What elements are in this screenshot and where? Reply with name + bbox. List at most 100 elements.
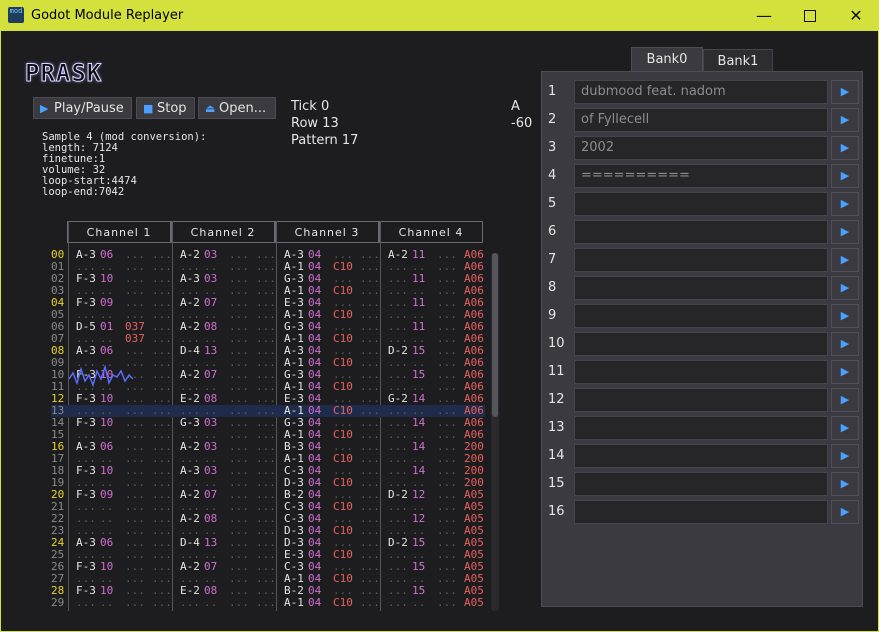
bank-play-button[interactable]: ▶ (831, 248, 859, 272)
play-icon: ▶ (840, 477, 850, 490)
maximize-button[interactable] (787, 0, 833, 31)
app-window: mod Godot Module Replayer — ✕ PRASK ▶ Pla… (0, 0, 879, 632)
bank-text-field[interactable] (574, 192, 828, 216)
title-bar[interactable]: mod Godot Module Replayer — ✕ (0, 0, 879, 31)
play-icon: ▶ (840, 85, 850, 98)
bank-row-number: 5 (548, 196, 557, 211)
bank-play-button[interactable]: ▶ (831, 444, 859, 468)
bank-text-field[interactable] (574, 416, 828, 440)
tab-bank1-label: Bank1 (717, 54, 759, 69)
bank-row: 16 ▶ (542, 500, 864, 524)
bank-row-number: 2 (548, 112, 557, 127)
app-icon: mod (8, 7, 24, 23)
bank-row: 4 ========== ▶ (542, 164, 864, 188)
pattern-view[interactable]: 00 A-3 06...... A-2 03...... A-3 04...... A-2 11… (51, 249, 485, 611)
pattern-row[interactable]: 29...................... A-1 04 C10........… (51, 597, 485, 609)
bank-text-field[interactable] (574, 304, 828, 328)
channel-header-3[interactable]: Channel 3 (275, 221, 379, 243)
volume-cell: ... (437, 596, 457, 609)
bank-row: 9 ▶ (542, 304, 864, 328)
tab-bank0[interactable]: Bank0 (631, 47, 703, 72)
channel-header-4[interactable]: Channel 4 (379, 221, 483, 243)
note-cell: ... (388, 596, 408, 609)
note-cell: ... (76, 596, 96, 609)
bank-row: 7 ▶ (542, 248, 864, 272)
bank-play-button[interactable]: ▶ (831, 332, 859, 356)
bank-text-field[interactable]: ========== (574, 164, 828, 188)
bank-play-button[interactable]: ▶ (831, 136, 859, 160)
bank-play-button[interactable]: ▶ (831, 276, 859, 300)
effect-cell: ... (152, 596, 172, 609)
bank-text-field[interactable] (574, 360, 828, 384)
bank-row: 10 ▶ (542, 332, 864, 356)
bank-play-button[interactable]: ▶ (831, 220, 859, 244)
play-pause-button[interactable]: ▶ Play/Pause (33, 97, 132, 119)
minimize-button[interactable]: — (741, 0, 787, 31)
status-right-top: A (511, 99, 520, 114)
bank-play-button[interactable]: ▶ (831, 472, 859, 496)
close-button[interactable]: ✕ (833, 0, 879, 31)
client-area: PRASK ▶ Play/Pause ■ Stop ⏏ Open... Tick 0 … (1, 31, 878, 631)
bank-row: 6 ▶ (542, 220, 864, 244)
bank-text-field[interactable] (574, 444, 828, 468)
play-icon: ▶ (840, 365, 850, 378)
bank-text-field[interactable] (574, 332, 828, 356)
stop-label: Stop (157, 101, 187, 116)
bank-text-field[interactable]: of Fyllecell (574, 108, 828, 132)
play-icon: ▶ (840, 449, 850, 462)
play-icon: ▶ (840, 421, 850, 434)
bank-row-number: 8 (548, 280, 557, 295)
bank-row-number: 11 (548, 364, 565, 379)
bank-play-button[interactable]: ▶ (831, 500, 859, 524)
bank-play-button[interactable]: ▶ (831, 164, 859, 188)
bank-row: 5 ▶ (542, 192, 864, 216)
play-icon: ▶ (840, 113, 850, 126)
bank-play-button[interactable]: ▶ (831, 388, 859, 412)
bank-play-button[interactable]: ▶ (831, 304, 859, 328)
open-button[interactable]: ⏏ Open... (198, 97, 276, 119)
bank-row: 11 ▶ (542, 360, 864, 384)
bank-text-field[interactable] (574, 248, 828, 272)
volume-cell: C10 (333, 596, 353, 609)
bank-row-number: 3 (548, 140, 557, 155)
scrollbar-thumb[interactable] (492, 253, 498, 417)
bank-text-field[interactable] (574, 472, 828, 496)
channel-header-1[interactable]: Channel 1 (67, 221, 171, 243)
bank-text-field[interactable]: dubmood feat. nadom (574, 80, 828, 104)
channel-header-2[interactable]: Channel 2 (171, 221, 275, 243)
stop-button[interactable]: ■ Stop (136, 97, 195, 119)
play-icon: ▶ (840, 225, 850, 238)
instrument-cell: 04 (308, 596, 322, 609)
status-right: A -60 (511, 98, 532, 132)
bank-text-field[interactable] (574, 276, 828, 300)
bank-play-button[interactable]: ▶ (831, 416, 859, 440)
bank-text-field[interactable] (574, 500, 828, 524)
status-right-bottom: -60 (511, 116, 533, 131)
stop-icon: ■ (143, 102, 154, 115)
bank-row: 14 ▶ (542, 444, 864, 468)
sample-line: loop-end:7042 (42, 186, 125, 198)
play-icon: ▶ (840, 281, 850, 294)
bank-row-number: 13 (548, 420, 565, 435)
volume-cell: ... (125, 596, 145, 609)
play-icon: ▶ (840, 505, 850, 518)
effect-cell: A05 (464, 596, 484, 609)
play-icon: ▶ (40, 102, 49, 115)
bank-play-button[interactable]: ▶ (831, 192, 859, 216)
close-icon: ✕ (849, 6, 863, 25)
pattern-scrollbar[interactable] (491, 253, 499, 611)
eject-icon: ⏏ (205, 102, 216, 115)
instrument-cell: .. (204, 596, 218, 609)
logo: PRASK (24, 59, 103, 88)
bank-text-field[interactable]: 2002 (574, 136, 828, 160)
bank-text-field[interactable] (574, 220, 828, 244)
bank-play-button[interactable]: ▶ (831, 360, 859, 384)
bank-row: 8 ▶ (542, 276, 864, 300)
bank-play-button[interactable]: ▶ (831, 108, 859, 132)
bank-row-number: 9 (548, 308, 557, 323)
bank-text-field[interactable] (574, 388, 828, 412)
tab-bank1[interactable]: Bank1 (703, 49, 773, 72)
bank-panel: 1 dubmood feat. nadom ▶ 2 of Fyllecell ▶ 3 2002… (541, 71, 863, 607)
bank-play-button[interactable]: ▶ (831, 80, 859, 104)
play-icon: ▶ (840, 393, 850, 406)
